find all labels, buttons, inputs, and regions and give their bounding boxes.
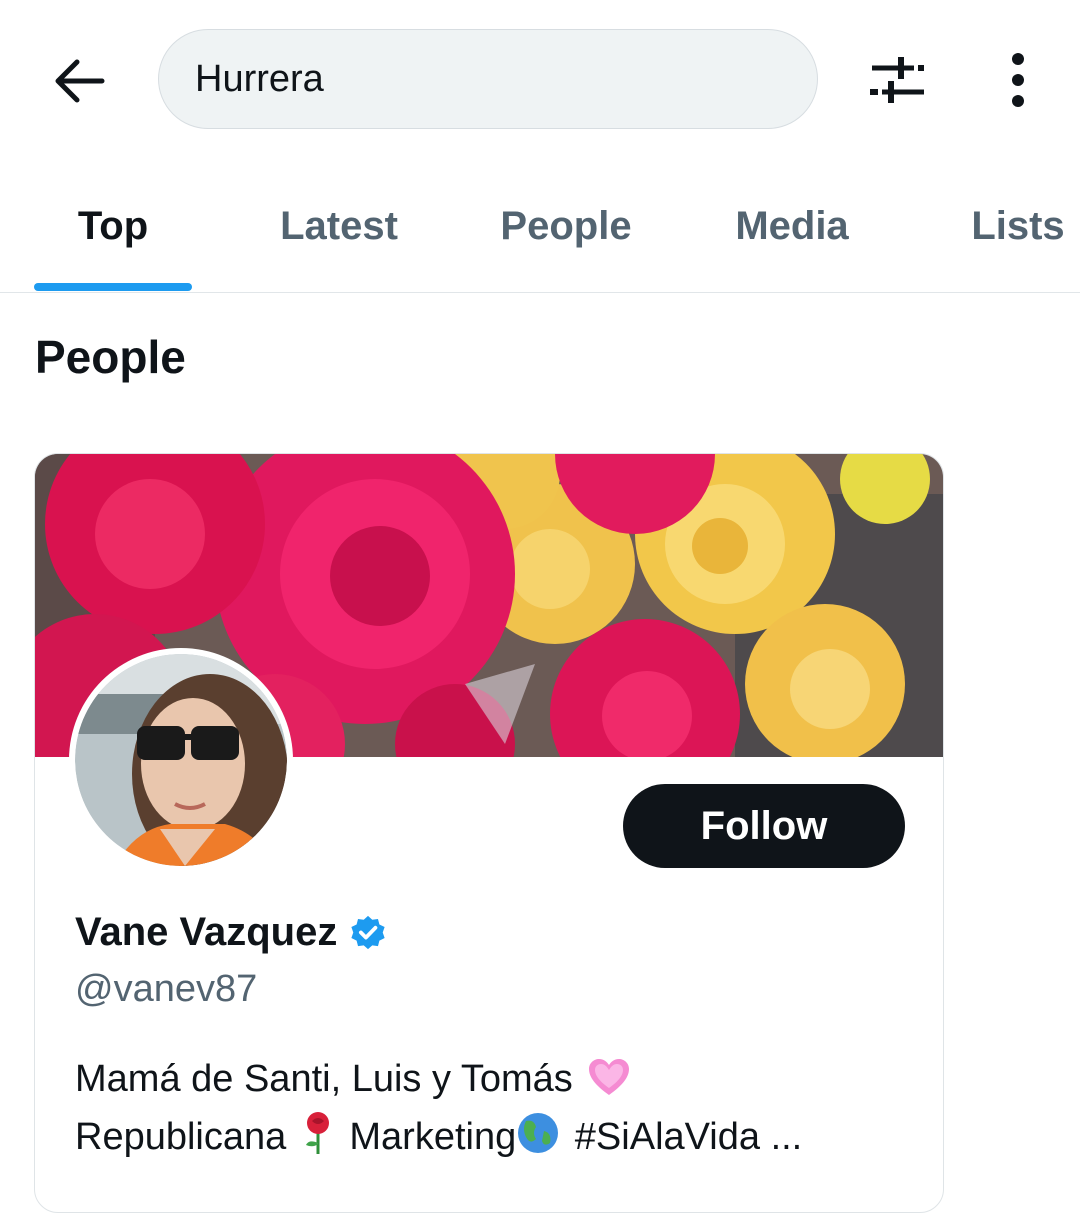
- arrow-left-icon: [55, 59, 105, 103]
- tab-media[interactable]: Media: [714, 160, 870, 292]
- pink-heart-emoji: [589, 1059, 630, 1095]
- person-card[interactable]: Follow Vane Vazquez @vanev87 Mamá de San…: [34, 453, 944, 1213]
- rose-emoji: [305, 1112, 329, 1154]
- active-tab-indicator: [34, 283, 192, 291]
- display-name: Vane Vazquez: [75, 910, 338, 954]
- tab-lists[interactable]: Lists: [956, 160, 1080, 292]
- verified-badge-icon: [351, 915, 385, 949]
- avatar-image: [75, 654, 287, 866]
- tab-people[interactable]: People: [486, 160, 646, 292]
- search-input[interactable]: [193, 56, 817, 102]
- tab-top[interactable]: Top: [34, 160, 192, 292]
- bio-hashtag: #SiAlaVida ...: [574, 1116, 803, 1158]
- bio-line-2: Republicana Marketing #SiAlaVida ...: [75, 1108, 915, 1166]
- search-tabs: Top Latest People Media Lists: [0, 160, 1080, 293]
- user-handle: @vanev87: [75, 968, 258, 1010]
- bio-text: Mamá de Santi, Luis y Tomás: [75, 1058, 573, 1100]
- user-bio: Mamá de Santi, Luis y Tomás Republicana …: [75, 1050, 915, 1166]
- bio-text: Marketing: [349, 1116, 517, 1158]
- bio-text: Republicana: [75, 1116, 287, 1158]
- avatar[interactable]: [69, 648, 293, 872]
- more-options-button[interactable]: [990, 46, 1046, 114]
- tab-latest[interactable]: Latest: [262, 160, 416, 292]
- globe-emoji: [518, 1113, 559, 1153]
- bio-line-1: Mamá de Santi, Luis y Tomás: [75, 1050, 915, 1108]
- name-row: Vane Vazquez: [75, 910, 387, 955]
- search-filter-button[interactable]: [862, 48, 934, 112]
- follow-button[interactable]: Follow: [623, 784, 905, 868]
- search-bar[interactable]: [158, 29, 818, 129]
- section-title: People: [35, 331, 186, 383]
- sliders-icon: [868, 57, 926, 103]
- vertical-dots-icon: [1012, 53, 1024, 107]
- back-button[interactable]: [48, 50, 110, 112]
- top-bar: [0, 0, 1080, 160]
